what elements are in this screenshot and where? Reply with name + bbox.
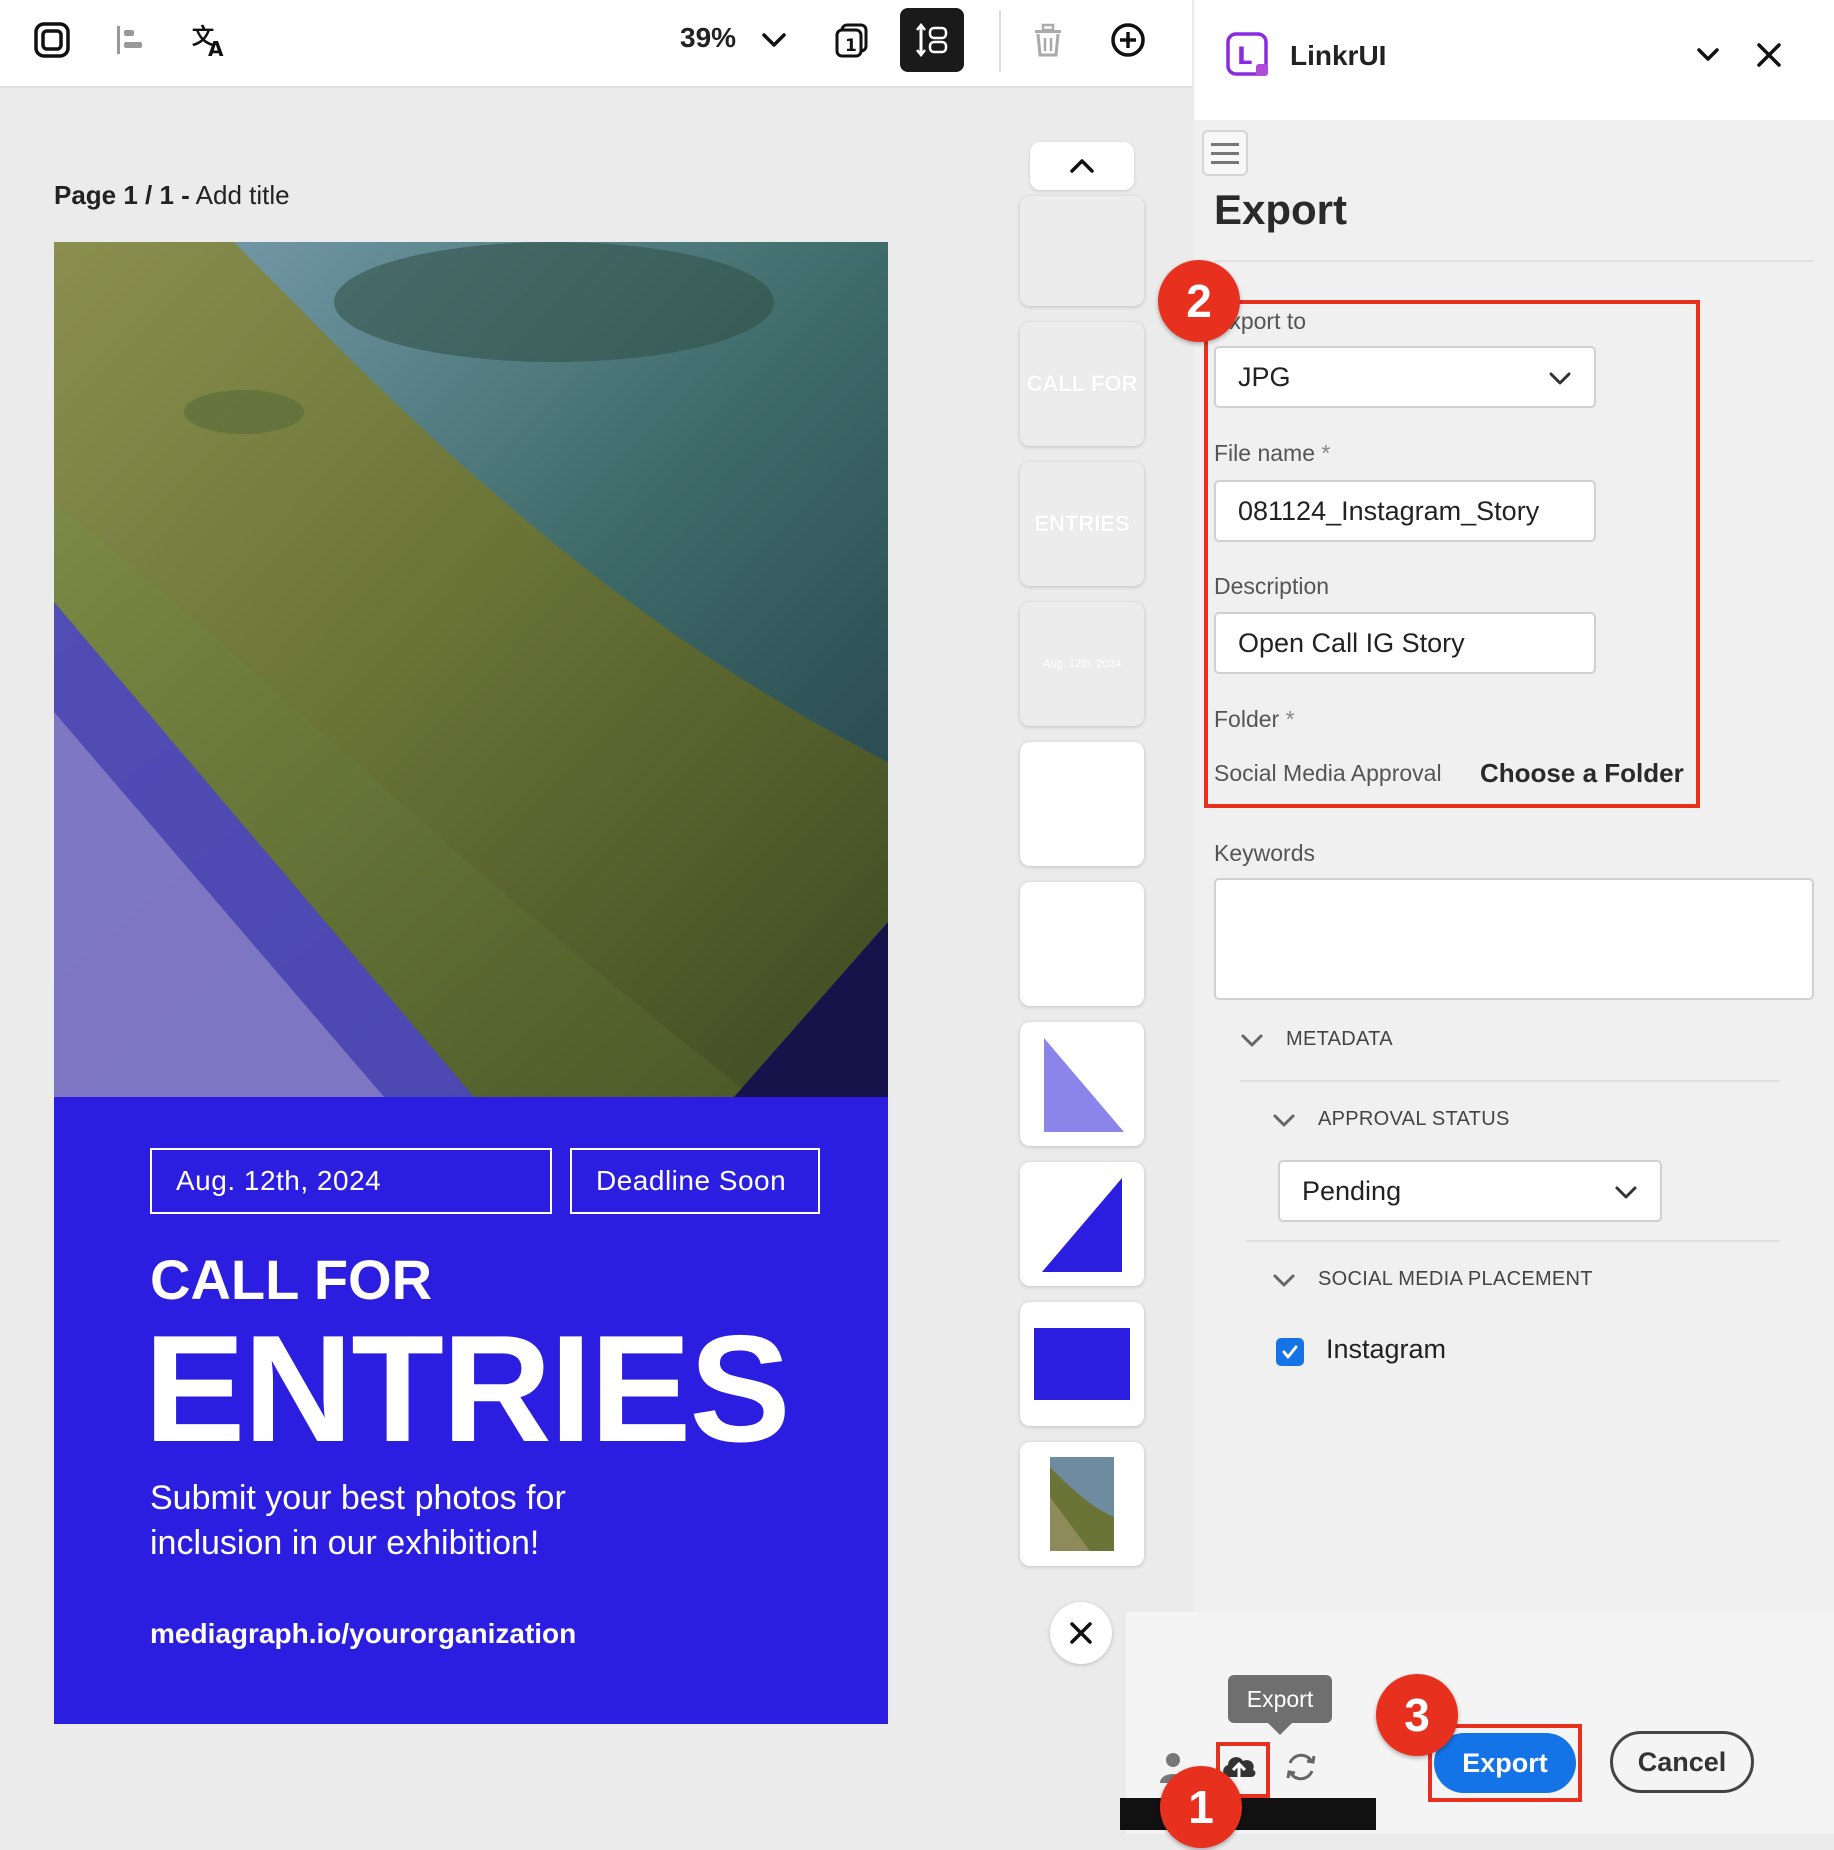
- layer-thumb-photo[interactable]: [1020, 1442, 1144, 1566]
- instagram-icon[interactable]: [24, 12, 80, 68]
- dark-triangle-shape: [1042, 1178, 1122, 1272]
- top-toolbar: 文A 39% 1: [0, 0, 1192, 88]
- instagram-checkbox[interactable]: [1276, 1338, 1304, 1366]
- chevron-down-icon: [1273, 1274, 1295, 1286]
- app-name: LinkrUI: [1290, 40, 1387, 71]
- bottom-dark-strip: [1120, 1798, 1376, 1830]
- page-title[interactable]: Page 1 / 1 - Add title: [54, 180, 290, 211]
- approval-status-section-toggle[interactable]: APPROVAL STATUS: [1272, 1108, 1510, 1131]
- layer-thumb-call-for[interactable]: CALL FOR: [1020, 322, 1144, 446]
- layer-thumb-call-for-text: CALL FOR: [1026, 371, 1138, 396]
- poster-deadline-box[interactable]: Deadline Soon: [570, 1148, 820, 1214]
- chevron-down-icon: [1241, 1034, 1263, 1046]
- metadata-divider: [1240, 1080, 1780, 1082]
- chevron-up-icon: [1070, 159, 1094, 173]
- layer-thumb-rectangle[interactable]: [1020, 1302, 1144, 1426]
- approval-status-select[interactable]: Pending: [1278, 1160, 1662, 1222]
- layer-thumb-light-triangle[interactable]: [1020, 1022, 1144, 1146]
- photo-thumbnail-image: [1050, 1457, 1114, 1551]
- layer-thumb-entries-text: ENTRIES: [1034, 511, 1130, 536]
- layer-thumb-subtitle[interactable]: [1020, 196, 1144, 306]
- sync-icon[interactable]: [1278, 1744, 1324, 1790]
- align-left-icon[interactable]: [102, 12, 158, 68]
- translate-icon[interactable]: 文A: [182, 12, 238, 68]
- svg-text:1: 1: [845, 36, 857, 56]
- rectangle-shape: [1034, 1328, 1130, 1400]
- layers-scroll-up-button[interactable]: [1030, 142, 1134, 190]
- metadata-label: METADATA: [1286, 1028, 1393, 1050]
- checkmark-icon: [1282, 1345, 1298, 1359]
- page-count-icon[interactable]: 1: [824, 12, 880, 68]
- zoom-level[interactable]: 39%: [680, 22, 736, 54]
- instagram-checkbox-label[interactable]: Instagram: [1326, 1334, 1446, 1365]
- layer-thumb-dark-triangle[interactable]: [1020, 1162, 1144, 1286]
- close-layers-button[interactable]: [1050, 1602, 1112, 1664]
- annotation-step-2: 2: [1158, 260, 1240, 342]
- chevron-down-icon: [1273, 1114, 1295, 1126]
- menu-hamburger-icon[interactable]: [1202, 130, 1248, 176]
- annotation-step-1: 1: [1160, 1766, 1242, 1848]
- approval-status-label: APPROVAL STATUS: [1318, 1108, 1510, 1130]
- layer-thumb-entries[interactable]: ENTRIES: [1020, 462, 1144, 586]
- vertical-resize-icon[interactable]: [900, 8, 964, 72]
- zoom-chevron-down-icon[interactable]: [746, 12, 802, 68]
- heading-divider: [1214, 260, 1814, 262]
- svg-text:A: A: [208, 37, 224, 60]
- poster-entries[interactable]: ENTRIES: [144, 1302, 791, 1477]
- metadata-section-toggle[interactable]: METADATA: [1240, 1028, 1393, 1051]
- layer-thumb-date[interactable]: Aug. 12th, 2024: [1020, 602, 1144, 726]
- poster-date-box[interactable]: Aug. 12th, 2024: [150, 1148, 552, 1214]
- page-indicator: Page 1 / 1 -: [54, 180, 190, 210]
- panel-close-icon[interactable]: [1754, 40, 1784, 70]
- keywords-input[interactable]: [1214, 878, 1814, 1000]
- keywords-label: Keywords: [1214, 840, 1315, 866]
- close-icon: [1070, 1622, 1092, 1644]
- add-circle-icon[interactable]: [1100, 12, 1156, 68]
- annotation-box-export-fields: [1204, 300, 1700, 808]
- layer-thumb-box-1[interactable]: [1020, 742, 1144, 866]
- svg-text:L: L: [1237, 42, 1252, 70]
- poster-landscape-photo[interactable]: [54, 242, 888, 1097]
- chevron-down-icon: [1615, 1186, 1637, 1199]
- approval-divider: [1246, 1240, 1780, 1242]
- approval-status-value: Pending: [1302, 1175, 1402, 1206]
- panel-collapse-chevron-icon[interactable]: [1694, 42, 1722, 66]
- panel-header: L LinkrUI: [1194, 0, 1834, 120]
- page-title-text[interactable]: Add title: [196, 180, 290, 210]
- export-heading: Export: [1214, 186, 1348, 233]
- social-media-placement-label: SOCIAL MEDIA PLACEMENT: [1318, 1268, 1593, 1290]
- layer-thumb-date-text: Aug. 12th, 2024: [1043, 658, 1121, 670]
- export-tooltip: Export: [1228, 1675, 1332, 1735]
- trash-icon[interactable]: [1020, 12, 1076, 68]
- light-triangle-shape: [1044, 1038, 1124, 1132]
- poster-canvas[interactable]: Aug. 12th, 2024 Deadline Soon CALL FOR E…: [54, 242, 888, 1724]
- poster-url[interactable]: mediagraph.io/yourorganization: [150, 1618, 576, 1650]
- social-media-placement-toggle[interactable]: SOCIAL MEDIA PLACEMENT: [1272, 1268, 1593, 1291]
- poster-subtitle[interactable]: Submit your best photos for inclusion in…: [150, 1476, 670, 1566]
- linkrui-logo-icon: L: [1226, 32, 1268, 76]
- layer-thumb-box-2[interactable]: [1020, 882, 1144, 1006]
- annotation-step-3: 3: [1376, 1674, 1458, 1756]
- toolbar-divider: [999, 10, 1001, 72]
- cancel-button[interactable]: Cancel: [1610, 1731, 1754, 1793]
